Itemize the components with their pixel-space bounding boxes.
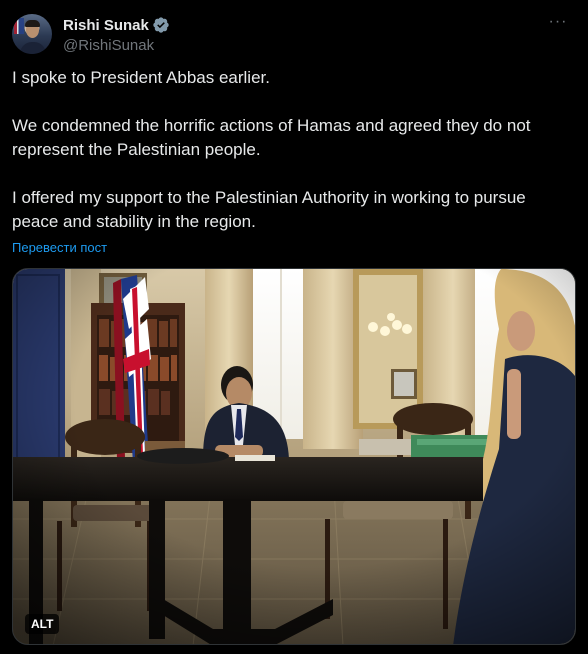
- alt-text-badge[interactable]: ALT: [25, 614, 60, 634]
- more-options-icon[interactable]: ···: [544, 14, 572, 36]
- translate-post-link[interactable]: Перевести пост: [12, 240, 107, 255]
- author-display-name[interactable]: Rishi Sunak: [63, 17, 149, 34]
- tweet-paragraph: I spoke to President Abbas earlier.: [12, 68, 270, 87]
- tweet-card: Rishi Sunak @RishiSunak ··· I spoke to P…: [0, 0, 588, 654]
- author-handle[interactable]: @RishiSunak: [63, 37, 170, 54]
- profile-avatar-icon[interactable]: [12, 14, 52, 54]
- tweet-text: I spoke to President Abbas earlier. We c…: [12, 66, 572, 234]
- tweet-paragraph: I offered my support to the Palestinian …: [12, 188, 526, 231]
- author-names: Rishi Sunak @RishiSunak: [63, 16, 170, 54]
- avatar-suit-detail: [20, 42, 46, 54]
- avatar-flag-detail: [14, 18, 24, 34]
- tweet-paragraph: We condemned the horrific actions of Ham…: [12, 116, 531, 159]
- avatar-hair-detail: [25, 20, 40, 27]
- tweet-header: Rishi Sunak @RishiSunak ···: [12, 12, 576, 56]
- verified-badge-icon[interactable]: [152, 16, 170, 34]
- photo-illustration: [13, 269, 575, 644]
- tweet-photo[interactable]: ALT: [12, 268, 576, 645]
